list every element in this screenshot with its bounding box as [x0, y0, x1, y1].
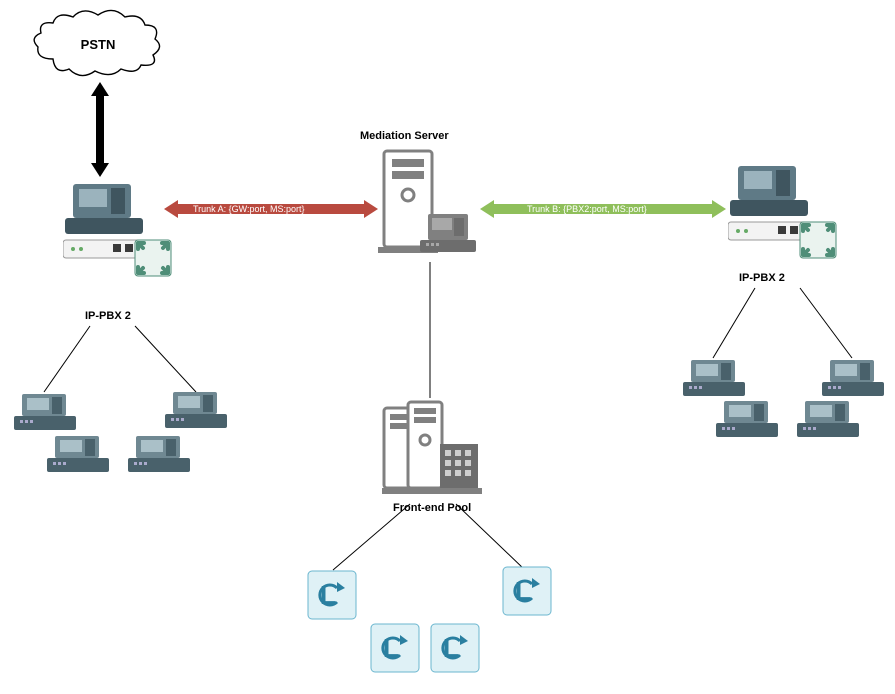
- mediation-server-label: Mediation Server: [360, 130, 449, 142]
- ip-pbx-right-icon: [728, 160, 838, 270]
- lync-client-icon: L: [307, 570, 357, 620]
- desk-phone-icon: [165, 390, 231, 432]
- trunk-b-label: Trunk B: {PBX2:port, MS:port}: [527, 204, 647, 214]
- ip-pbx-left-label: IP-PBX 2: [85, 310, 131, 322]
- desk-phone-icon: [47, 434, 113, 476]
- lync-client-icon: L: [502, 566, 552, 616]
- pstn-cloud: PSTN: [33, 9, 163, 79]
- diagram-canvas: PSTN Mediation Server Trunk A: {GW:port,…: [0, 0, 895, 694]
- pstn-label: PSTN: [33, 37, 163, 52]
- ip-pbx-right-label: IP-PBX 2: [739, 272, 785, 284]
- pstn-pbx-link-arrow: [91, 82, 109, 177]
- desk-phone-icon: [716, 399, 782, 441]
- desk-phone-icon: [797, 399, 863, 441]
- desk-phone-icon: [14, 392, 80, 434]
- lync-client-icon: L: [430, 623, 480, 673]
- mediation-phone-icon: [420, 210, 476, 258]
- ip-pbx-left-icon: [63, 178, 173, 288]
- desk-phone-icon: [683, 358, 749, 400]
- trunk-a-label: Trunk A: {GW:port, MS:port}: [193, 204, 305, 214]
- connector-lines: [0, 0, 895, 694]
- front-end-pool-label: Front-end Pool: [393, 502, 471, 514]
- front-end-pool-icon: [382, 398, 482, 498]
- desk-phone-icon: [128, 434, 194, 476]
- desk-phone-icon: [822, 358, 888, 400]
- lync-client-icon: L: [370, 623, 420, 673]
